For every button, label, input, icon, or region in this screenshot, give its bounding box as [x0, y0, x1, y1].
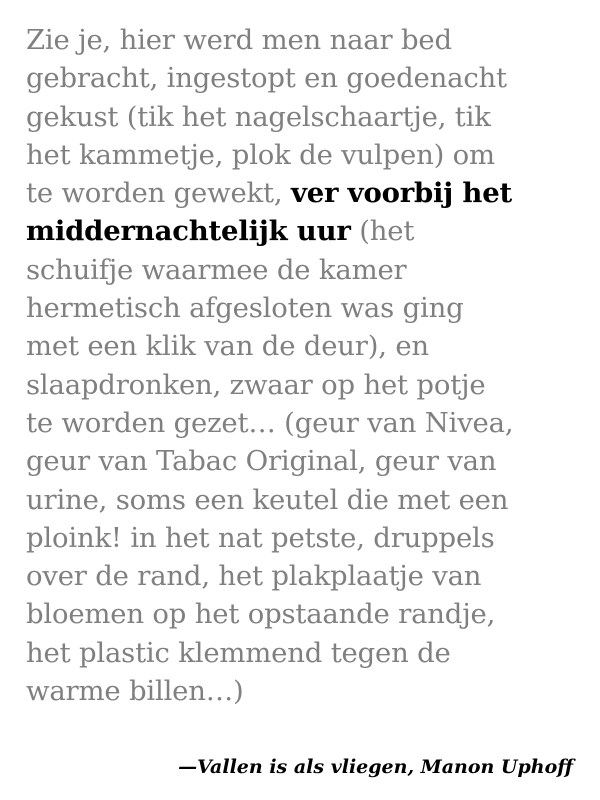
quote-line: geur van Tabac Original, geur van [26, 445, 497, 478]
quote-line: het kammetje, plok de vulpen) om [26, 138, 495, 171]
quote-line: te worden gewekt, ver voorbij het [26, 174, 582, 212]
quote-line: het plastic klemmend tegen de [26, 636, 451, 669]
quote-segment: te worden gewekt, [26, 177, 291, 210]
quote-attribution: —Vallen is als vliegen, Manon Uphoff [178, 756, 573, 778]
quote-line: over de rand, het plakplaatje van [26, 560, 482, 593]
quote-line: gekust (tik het nagelschaartje, tik [26, 100, 491, 133]
quote-text: Zie je, hier werd men naar bed gebracht,… [26, 21, 582, 710]
quote-line: urine, soms een keutel die met een [26, 483, 509, 516]
quote-line: slaapdronken, zwaar op het potje [26, 368, 486, 401]
quote-line: met een klik van de deur), en [26, 330, 429, 363]
quote-line: te worden gezet… (geur van Nivea, [26, 406, 514, 439]
quote-line: bloemen op het opstaande randje, [26, 598, 496, 631]
quote-line: hermetisch afgesloten was ging [26, 292, 464, 325]
quote-line: gebracht, ingestopt en goedenacht [26, 62, 507, 95]
quote-line: middernachtelijk uur (het [26, 212, 582, 250]
quote-emphasis: ver voorbij het [290, 177, 513, 210]
quote-line: ploink! in het nat petste, druppels [26, 521, 495, 554]
quote-segment: (het [350, 215, 415, 248]
quote-line: Zie je, hier werd men naar bed [26, 24, 452, 56]
quote-emphasis: middernachtelijk uur [26, 215, 351, 248]
page: Zie je, hier werd men naar bed gebracht,… [0, 0, 600, 800]
quote-line: schuifje waarmee de kamer [26, 253, 407, 286]
quote-line: warme billen…) [26, 675, 244, 708]
